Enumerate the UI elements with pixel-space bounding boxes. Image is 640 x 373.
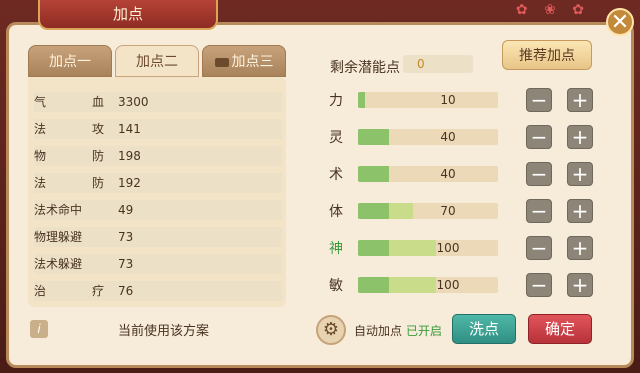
attribute-bar: 70 bbox=[358, 203, 498, 219]
attribute-row: 术 40 − + bbox=[326, 162, 596, 186]
stat-name-part: 攻 bbox=[91, 122, 104, 136]
recommend-button[interactable]: 推荐加点 bbox=[502, 40, 592, 70]
stat-name: 物防 bbox=[34, 146, 104, 166]
auto-assign-label: 自动加点 bbox=[354, 324, 403, 338]
attribute-bar: 100 bbox=[358, 240, 498, 256]
tab-scheme-1[interactable]: 加点一 bbox=[28, 45, 112, 77]
decrease-button[interactable]: − bbox=[526, 273, 552, 297]
increase-button[interactable]: + bbox=[567, 199, 593, 223]
attribute-bar: 100 bbox=[358, 277, 498, 293]
current-scheme-text: 当前使用该方案 bbox=[118, 324, 210, 339]
stat-row: 法术命中 49 bbox=[34, 200, 282, 220]
stat-row: 法术躲避 73 bbox=[34, 254, 282, 274]
stat-row: 气血 3300 bbox=[34, 92, 282, 112]
stat-name-part: 气 bbox=[34, 95, 47, 109]
potential-value: 0 bbox=[403, 55, 473, 73]
stat-value: 76 bbox=[118, 284, 134, 298]
attribute-value: 10 bbox=[440, 93, 456, 107]
stat-value: 3300 bbox=[118, 95, 149, 109]
close-icon[interactable]: ✕ bbox=[606, 8, 634, 36]
attribute-label: 术 bbox=[329, 167, 343, 183]
stat-name: 法攻 bbox=[34, 119, 104, 139]
stat-name-part: 法术命中 bbox=[34, 203, 83, 217]
stat-row: 法攻 141 bbox=[34, 119, 282, 139]
attribute-row: 灵 40 − + bbox=[326, 125, 596, 149]
stat-name: 气血 bbox=[34, 92, 104, 112]
stat-name-part: 物 bbox=[34, 149, 47, 163]
attribute-bar: 40 bbox=[358, 129, 498, 145]
stat-value: 141 bbox=[118, 122, 141, 136]
stat-value: 49 bbox=[118, 203, 134, 217]
stat-name-part: 防 bbox=[91, 176, 104, 190]
stat-name: 法防 bbox=[34, 173, 104, 193]
attribute-bar: 10 bbox=[358, 92, 498, 108]
confirm-button[interactable]: 确定 bbox=[528, 314, 592, 344]
attribute-bar-base bbox=[358, 203, 389, 219]
stat-value: 73 bbox=[118, 230, 134, 244]
stat-name: 法术命中 bbox=[34, 200, 104, 220]
stats-panel: 气血 3300 法攻 141 物防 198 法防 192 法术命中 49 物理躲避 73 法术躲避 73 治… bbox=[28, 77, 286, 307]
decoration: ✿ ❀ ✿ bbox=[515, 2, 590, 18]
increase-button[interactable]: + bbox=[567, 162, 593, 186]
stat-name-part: 治 bbox=[34, 284, 47, 298]
attribute-value: 100 bbox=[436, 241, 460, 255]
decrease-button[interactable]: − bbox=[526, 88, 552, 112]
stat-value: 73 bbox=[118, 257, 134, 271]
attribute-value: 70 bbox=[440, 204, 456, 218]
decrease-button[interactable]: − bbox=[526, 236, 552, 260]
increase-button[interactable]: + bbox=[567, 273, 593, 297]
tab-scheme-3[interactable]: 加点三 bbox=[202, 45, 286, 77]
tab-scheme-3-label: 加点三 bbox=[231, 54, 274, 70]
window-title: 加点 bbox=[38, 0, 218, 30]
attribute-label: 灵 bbox=[329, 130, 343, 146]
decrease-button[interactable]: − bbox=[526, 125, 552, 149]
info-icon[interactable]: i bbox=[30, 320, 48, 338]
attribute-bar-base bbox=[358, 129, 389, 145]
lock-icon bbox=[214, 57, 229, 67]
decrease-button[interactable]: − bbox=[526, 162, 552, 186]
attribute-label: 神 bbox=[329, 241, 343, 257]
attribute-label: 体 bbox=[329, 204, 343, 220]
stat-row: 物防 198 bbox=[34, 146, 282, 166]
attribute-value: 100 bbox=[436, 278, 460, 292]
attribute-row: 体 70 − + bbox=[326, 199, 596, 223]
gear-icon[interactable]: ⚙ bbox=[316, 315, 346, 345]
stat-name-part: 法 bbox=[34, 176, 47, 190]
attribute-bar-base bbox=[358, 166, 389, 182]
attribute-bar: 40 bbox=[358, 166, 498, 182]
stat-row: 治疗 76 bbox=[34, 281, 282, 301]
attribute-bar-base bbox=[358, 277, 389, 293]
attribute-row: 力 10 − + bbox=[326, 88, 596, 112]
tab-scheme-2[interactable]: 加点二 bbox=[115, 45, 199, 77]
stat-row: 物理躲避 73 bbox=[34, 227, 282, 247]
stat-row: 法防 192 bbox=[34, 173, 282, 193]
attribute-value: 40 bbox=[440, 130, 456, 144]
attribute-row: 神 100 − + bbox=[326, 236, 596, 260]
potential-label: 剩余潜能点 bbox=[330, 60, 400, 76]
attribute-label: 敏 bbox=[329, 278, 343, 294]
stat-name-part: 物理躲避 bbox=[34, 230, 83, 244]
reset-points-button[interactable]: 洗点 bbox=[452, 314, 516, 344]
decrease-button[interactable]: − bbox=[526, 199, 552, 223]
stat-name-part: 血 bbox=[91, 95, 104, 109]
stat-value: 192 bbox=[118, 176, 141, 190]
attribute-row: 敏 100 − + bbox=[326, 273, 596, 297]
stat-name: 治疗 bbox=[34, 281, 104, 301]
stat-name: 法术躲避 bbox=[34, 254, 104, 274]
scheme-tabs: 加点一 加点二 加点三 bbox=[28, 45, 286, 77]
attribute-bar-base bbox=[358, 92, 365, 108]
attribute-value: 40 bbox=[440, 167, 456, 181]
increase-button[interactable]: + bbox=[567, 236, 593, 260]
attribute-bar-base bbox=[358, 240, 389, 256]
stat-value: 198 bbox=[118, 149, 141, 163]
increase-button[interactable]: + bbox=[567, 88, 593, 112]
stat-name-part: 法 bbox=[34, 122, 47, 136]
stat-name-part: 防 bbox=[91, 149, 104, 163]
stat-name: 物理躲避 bbox=[34, 227, 104, 247]
stat-name-part: 疗 bbox=[91, 284, 104, 298]
auto-assign-status: 已开启 bbox=[406, 324, 443, 338]
stat-name-part: 法术躲避 bbox=[34, 257, 83, 271]
attribute-label: 力 bbox=[329, 93, 343, 109]
increase-button[interactable]: + bbox=[567, 125, 593, 149]
